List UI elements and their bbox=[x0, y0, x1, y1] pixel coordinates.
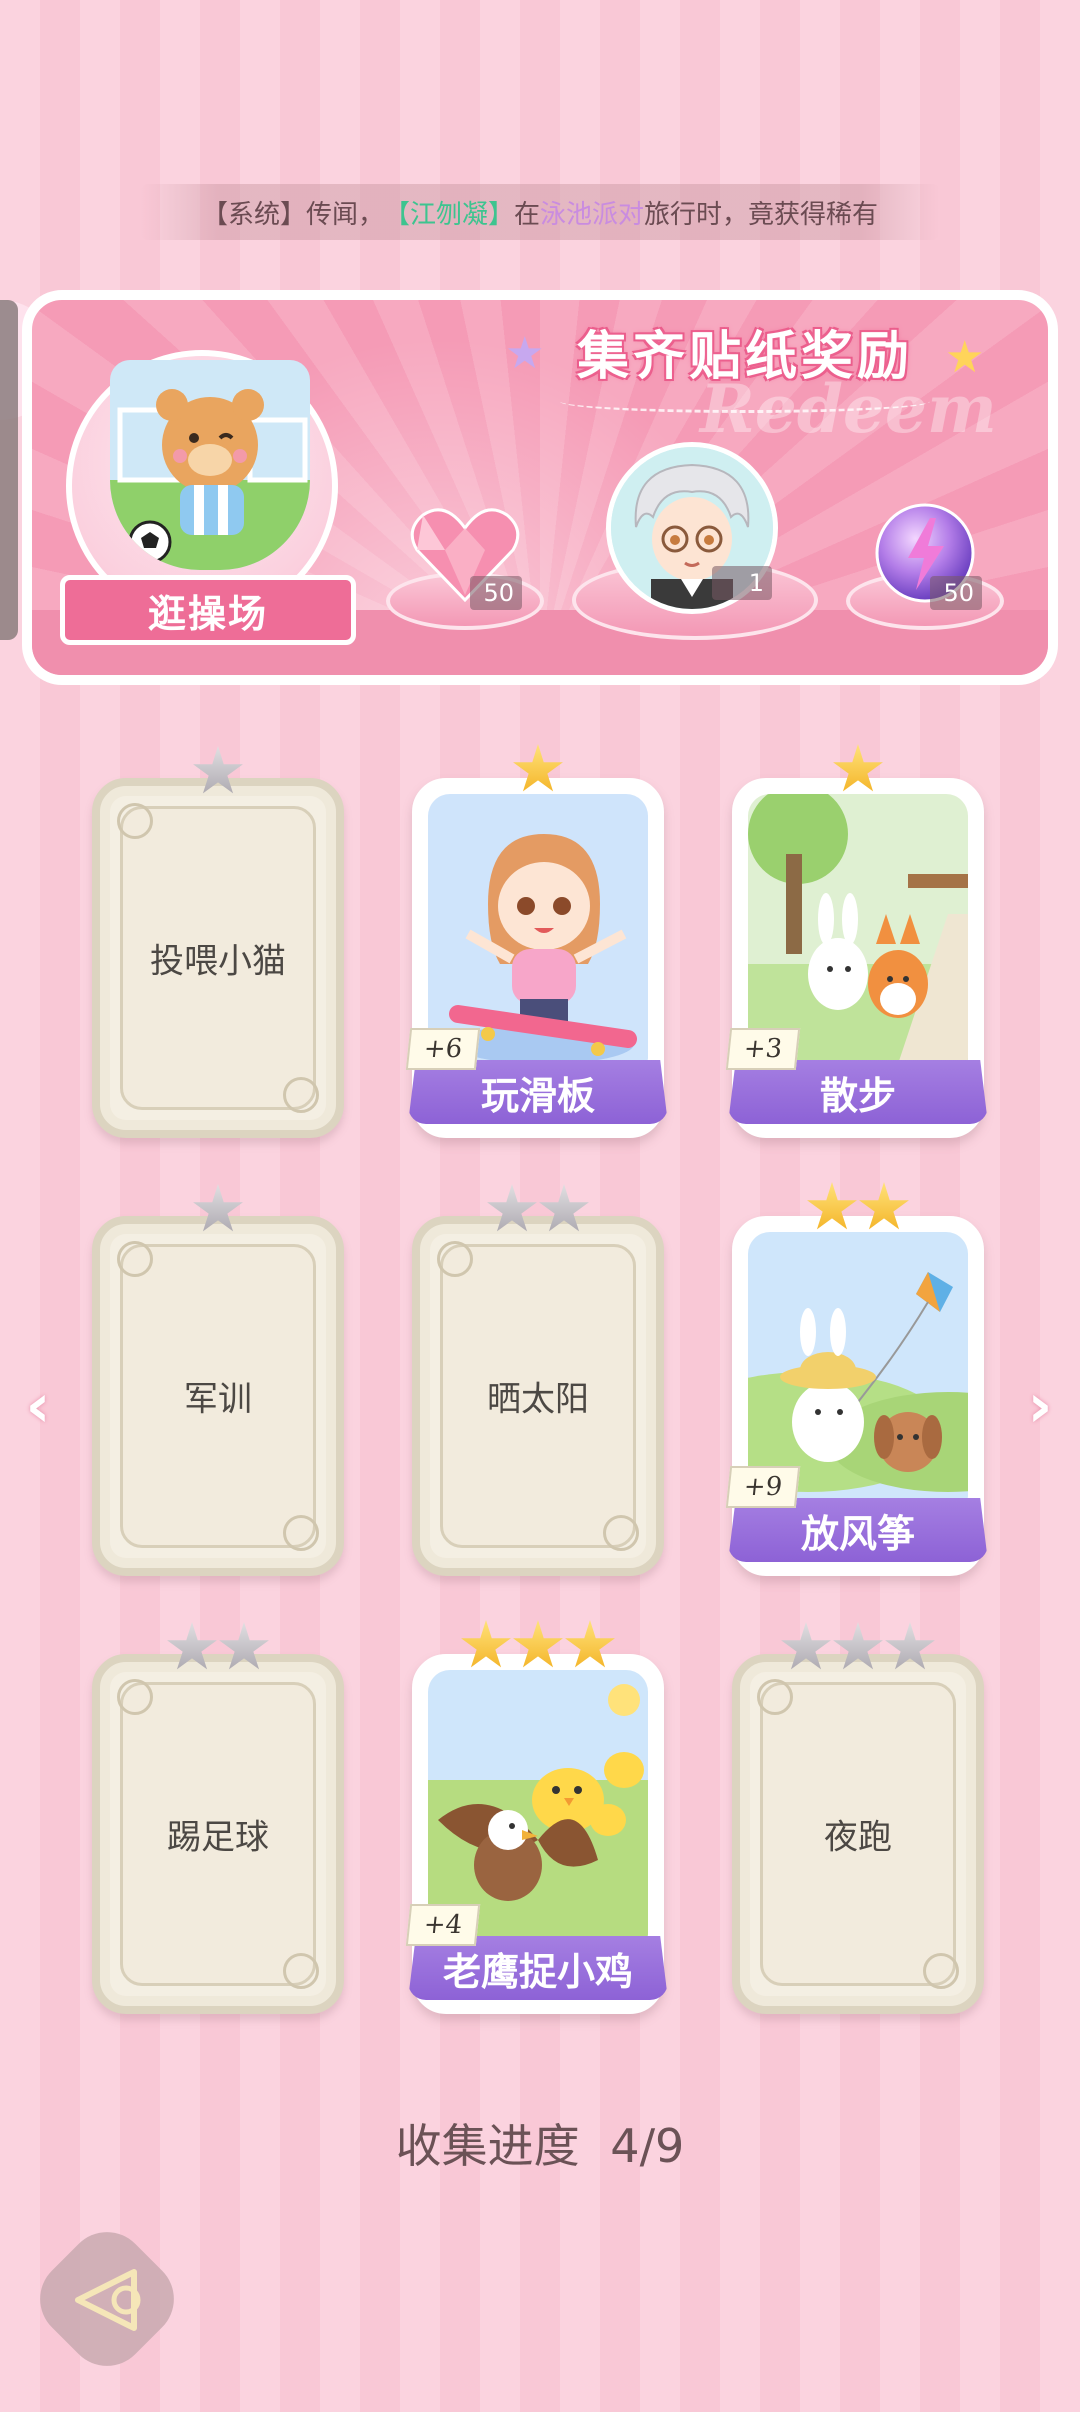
card-name: 晒太阳 bbox=[487, 1379, 589, 1420]
star-icon bbox=[781, 1622, 831, 1670]
title-dash-decoration bbox=[560, 390, 930, 413]
bear-soccer-icon bbox=[110, 360, 310, 570]
sticker-card-kite[interactable]: 放风筝 +9 bbox=[725, 1182, 988, 1576]
card-stars bbox=[738, 1182, 978, 1232]
star-icon bbox=[487, 1184, 537, 1232]
star-icon bbox=[461, 1620, 511, 1668]
card-stars bbox=[418, 1620, 658, 1670]
card-name: 夜跑 bbox=[824, 1817, 892, 1858]
star-icon bbox=[167, 1622, 217, 1670]
marquee-location: 泳池派对 bbox=[540, 199, 645, 230]
sticker-card-eagle-chick[interactable]: 老鹰捉小鸡 +4 bbox=[405, 1620, 668, 2014]
card-stars bbox=[420, 1184, 656, 1234]
bunny-fox-walk-illustration bbox=[748, 794, 968, 1064]
progress-value: 4/9 bbox=[610, 2119, 685, 2173]
card-stars bbox=[100, 1622, 336, 1672]
back-arrow-icon[interactable] bbox=[60, 2250, 160, 2350]
marquee-prefix: 【系统】传闻， bbox=[201, 199, 384, 230]
star-icon bbox=[193, 1184, 243, 1232]
marquee-player: 【江刎凝】 bbox=[383, 199, 514, 230]
card-name: 军训 bbox=[184, 1379, 252, 1420]
star-icon bbox=[833, 744, 883, 792]
sticker-card-walk[interactable]: 散步 +3 bbox=[725, 744, 988, 1138]
card-bonus: +4 bbox=[405, 1904, 481, 1946]
banner-title: 集齐贴纸奖励 bbox=[576, 326, 913, 387]
card-bonus: +9 bbox=[725, 1466, 801, 1508]
reward-count-1: 50 bbox=[470, 576, 522, 610]
sticker-card-night-run[interactable]: 夜跑 bbox=[732, 1622, 984, 2014]
prev-page-arrow[interactable]: ‹ bbox=[18, 1371, 58, 1441]
sticker-card-skateboard[interactable]: 玩滑板 +6 bbox=[405, 744, 668, 1138]
star-icon bbox=[833, 1622, 883, 1670]
system-broadcast-marquee: 【系统】传闻， 【江刎凝】 在 泳池派对 旅行时，竟获得稀有 bbox=[140, 184, 940, 240]
star-icon bbox=[859, 1182, 909, 1230]
card-bonus: +3 bbox=[725, 1028, 801, 1070]
next-page-arrow[interactable]: › bbox=[1020, 1371, 1060, 1441]
bunny-puppy-kite-illustration bbox=[748, 1232, 968, 1502]
location-label: 逛操场 bbox=[60, 575, 356, 645]
sticker-card-military-training[interactable]: 军训 bbox=[92, 1184, 344, 1576]
side-menu-tab[interactable] bbox=[0, 300, 18, 640]
card-stars bbox=[100, 746, 336, 796]
card-stars bbox=[418, 744, 658, 794]
card-stars bbox=[738, 744, 978, 794]
star-icon bbox=[219, 1622, 269, 1670]
purple-star-icon: ★ bbox=[505, 328, 545, 379]
sticker-card-sunbathe[interactable]: 晒太阳 bbox=[412, 1184, 664, 1576]
star-icon bbox=[885, 1622, 935, 1670]
eagle-chicks-illustration bbox=[428, 1670, 648, 1940]
sticker-card-football[interactable]: 踢足球 bbox=[92, 1622, 344, 2014]
yellow-star-icon: ★ bbox=[945, 332, 985, 383]
card-name: 踢足球 bbox=[167, 1817, 269, 1858]
star-icon bbox=[565, 1620, 615, 1668]
card-name: 投喂小猫 bbox=[150, 941, 286, 982]
collection-progress: 收集进度 4/9 bbox=[0, 2110, 1080, 2176]
star-icon bbox=[513, 744, 563, 792]
marquee-suffix: 旅行时，竟获得稀有 bbox=[644, 199, 879, 230]
star-icon bbox=[807, 1182, 857, 1230]
star-icon bbox=[193, 746, 243, 794]
skateboard-girl-illustration bbox=[428, 794, 648, 1064]
card-bonus: +6 bbox=[405, 1028, 481, 1070]
marquee-middle: 在 bbox=[513, 199, 540, 230]
card-stars bbox=[740, 1622, 976, 1672]
star-icon bbox=[539, 1184, 589, 1232]
reward-count-3: 50 bbox=[930, 576, 982, 610]
card-stars bbox=[100, 1184, 336, 1234]
progress-label: 收集进度 bbox=[395, 2119, 580, 2173]
sticker-card-feed-cat[interactable]: 投喂小猫 bbox=[92, 746, 344, 1138]
star-icon bbox=[513, 1620, 563, 1668]
reward-count-2: 1 bbox=[712, 566, 772, 600]
